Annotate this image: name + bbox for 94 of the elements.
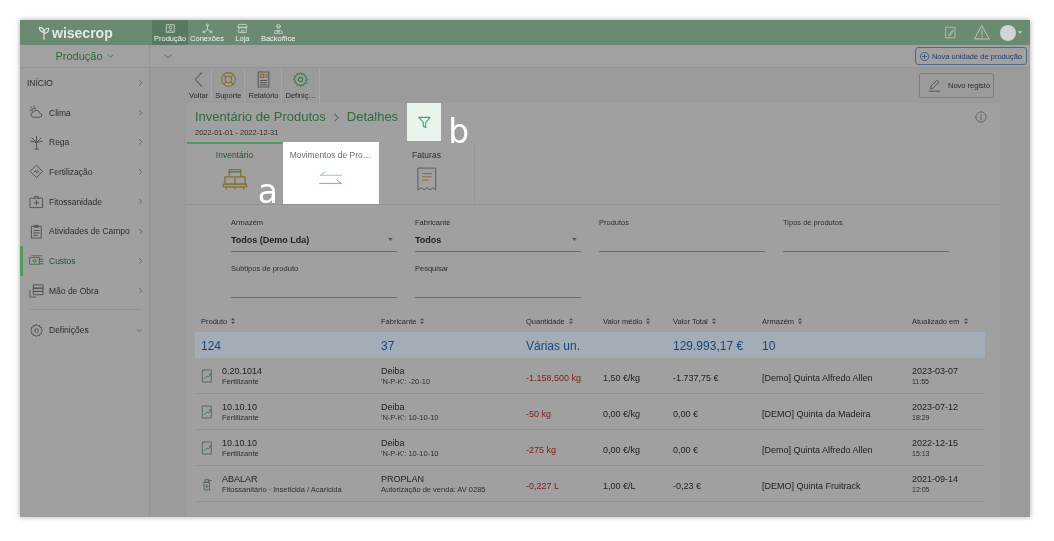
updated-date: 2022-12-15: [912, 437, 959, 449]
chart-document-icon: [201, 404, 213, 419]
sidebar-item[interactable]: Definições: [20, 315, 149, 346]
chevron-right-icon: [138, 287, 142, 294]
chevron-right-icon: [333, 112, 339, 122]
product-name: ABALAR: [222, 472, 258, 485]
avatar-icon[interactable]: [1000, 24, 1016, 41]
chevron-right-icon: [138, 109, 142, 116]
person-icon: [272, 22, 284, 34]
quantity-cell: -1.158,500 kg: [526, 372, 582, 383]
sort-icon: [798, 318, 803, 324]
note-icon[interactable]: [944, 26, 957, 39]
chevron-right-icon: [138, 169, 142, 175]
summary-cell: 37: [381, 339, 395, 353]
caret-down-icon: [572, 238, 577, 241]
nodes-icon: [201, 22, 213, 34]
lifebuoy-icon: [219, 71, 237, 88]
sidebar-item[interactable]: Fitossanidade: [20, 186, 149, 217]
sidebar-item[interactable]: Custos: [20, 246, 149, 276]
caret-down-icon[interactable]: [1018, 31, 1022, 34]
filter-icon: [417, 115, 431, 129]
total-value-cell: 0,00 €: [673, 408, 699, 419]
sort-icon: [231, 318, 236, 324]
chevron-right-icon: [138, 258, 142, 264]
warehouse-cell: [DEMO] Quinta Fruitrack: [762, 480, 861, 491]
average-value-cell: 1,00 €/L: [603, 480, 636, 491]
sort-icon: [711, 318, 716, 324]
quantity-cell: -275 kg: [526, 444, 557, 455]
manufacturer-name: Deiba: [381, 364, 405, 377]
logo-text: wisecrop: [52, 24, 113, 41]
stack-icon: [29, 283, 44, 299]
first-aid-kit-icon: [29, 194, 44, 210]
sidebar-item[interactable]: Rega: [20, 127, 149, 158]
settings-icon: [292, 71, 310, 88]
sort-icon: [963, 318, 968, 324]
sprinkler-icon: [29, 134, 44, 150]
pencil-icon: [928, 79, 941, 92]
sort-icon: [646, 318, 651, 324]
sidebar-item[interactable]: Atividades de Campo: [20, 216, 149, 247]
quantity-cell: -0,227 L: [526, 480, 560, 491]
updated-date: 2023-03-07: [912, 365, 959, 377]
quantity-cell: -50 kg: [526, 408, 551, 419]
total-value-cell: 0,00 €: [673, 444, 699, 455]
sort-icon: [420, 318, 425, 324]
chevron-right-icon: [138, 198, 142, 205]
average-value-cell: 1,50 €/kg: [603, 372, 641, 383]
diamond-icon: [29, 164, 44, 180]
manufacturer-name: Deiba: [381, 436, 405, 449]
product-name: 10.10.10: [222, 400, 258, 413]
info-icon[interactable]: [975, 111, 987, 123]
summary-cell: 129.993,17 €: [673, 339, 744, 353]
filter-button[interactable]: [407, 103, 442, 141]
chevron-down-icon: [106, 54, 114, 58]
manufacturer-name: Deiba: [381, 400, 405, 413]
spray-bottle-icon: [201, 476, 213, 491]
settings-icon: [29, 322, 44, 338]
chevron-down-icon: [137, 328, 142, 333]
product-name: 10.10.10: [222, 436, 258, 449]
chevron-right-icon: [138, 80, 142, 86]
average-value-cell: 0,00 €/kg: [603, 444, 641, 455]
warehouse-cell: [DEMO] Quinta da Madeira: [762, 408, 871, 419]
summary-cell: Várias un.: [526, 339, 581, 353]
clipboard-icon: [29, 223, 44, 239]
sidebar-item[interactable]: Clima: [20, 97, 149, 128]
chart-document-icon: [201, 440, 213, 455]
user-icon: [164, 22, 176, 34]
warning-icon[interactable]: [974, 25, 990, 40]
caret-down-icon: [388, 238, 393, 241]
total-value-cell: -1.737,75 €: [673, 372, 719, 383]
manufacturer-name: PROPLAN: [381, 472, 424, 485]
tab[interactable]: Movimentos de Pro…: [283, 142, 379, 204]
breadcrumb-current: Detalhes: [346, 109, 399, 125]
chart-document-icon: [201, 368, 213, 383]
tab[interactable]: Faturas: [379, 142, 475, 204]
shop-icon: [236, 22, 248, 34]
chevron-right-icon: [138, 228, 142, 235]
sidebar-item[interactable]: Fertilização: [20, 157, 149, 187]
warehouse-cell: [Demo] Quinta Alfredo Allen: [762, 372, 873, 383]
cloud-sun-icon: [29, 105, 44, 121]
chevron-down-icon[interactable]: [164, 53, 172, 59]
average-value-cell: 0,00 €/kg: [603, 408, 641, 419]
boxes-icon: [221, 167, 248, 191]
sidebar-item[interactable]: INÍCIO: [20, 68, 149, 98]
sidebar-item[interactable]: Mão de Obra: [20, 275, 149, 306]
sort-icon: [568, 318, 573, 324]
total-value-cell: -0,23 €: [673, 480, 702, 491]
chevron-right-icon: [138, 139, 142, 145]
warehouse-cell: [Demo] Quinta Alfredo Allen: [762, 444, 873, 455]
summary-cell: 124: [201, 339, 222, 353]
updated-date: 2023-07-12: [912, 401, 959, 413]
product-name: 0.20.1014: [222, 364, 263, 377]
sprout-icon: [38, 25, 50, 40]
updated-date: 2021-09-14: [912, 473, 959, 485]
summary-cell: 10: [762, 339, 776, 353]
